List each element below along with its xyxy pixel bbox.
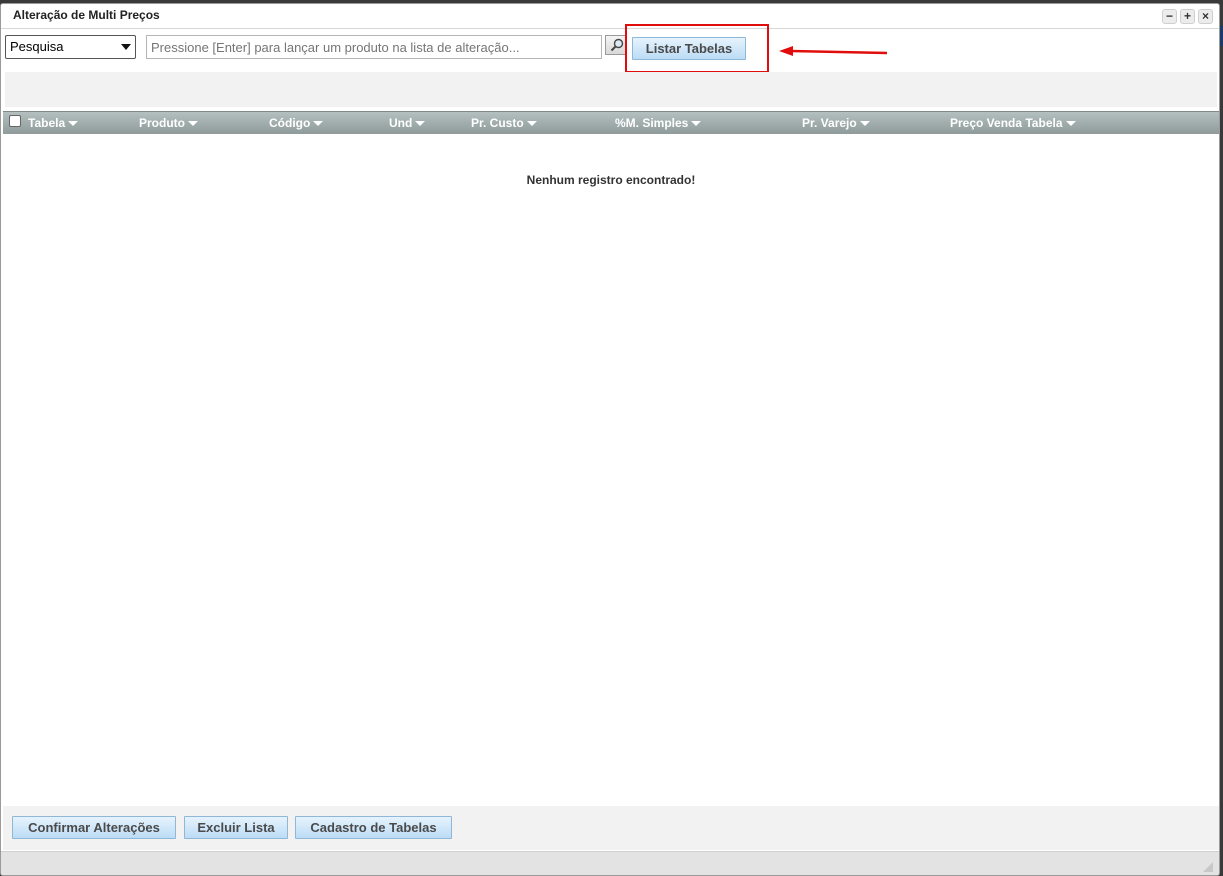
maximize-icon[interactable]: + [1180,9,1195,24]
column-und[interactable]: Und [389,116,426,130]
resize-grip-icon[interactable] [1203,862,1213,872]
column-preco-venda-tabela[interactable]: Preço Venda Tabela [950,116,1076,130]
sort-down-icon [859,121,870,127]
window-controls: − + × [1162,9,1213,24]
toolbar: Pesquisa Listar Tabelas [1,32,1219,68]
column-pr-varejo[interactable]: Pr. Varejo [802,116,870,130]
footer-actions: Confirmar Alterações Excluir Lista Cadas… [3,806,1219,850]
product-search-input[interactable] [146,35,602,59]
magnifier-icon [610,38,624,52]
dialog-titlebar[interactable]: Alteração de Multi Preços − + × [1,4,1219,29]
grid-header: Tabela Produto Código Und Pr. Custo %M. … [3,111,1219,134]
search-mode-value: Pesquisa [10,39,64,54]
sort-down-icon [691,121,702,127]
status-bar [1,851,1219,875]
dialog-title: Alteração de Multi Preços [13,8,160,22]
annotation-arrow-icon [779,46,888,56]
filter-panel [5,72,1217,107]
column-codigo[interactable]: Código [269,116,324,130]
select-all-checkbox[interactable] [9,115,21,127]
search-mode-select[interactable]: Pesquisa [5,35,136,59]
column-tabela[interactable]: Tabela [28,116,79,130]
sort-down-icon [188,121,198,127]
column-pr-custo[interactable]: Pr. Custo [471,116,537,130]
minimize-icon[interactable]: − [1162,9,1177,24]
confirm-changes-button[interactable]: Confirmar Alterações [12,816,176,839]
sort-down-icon [313,121,324,127]
annotation-highlight-box [625,24,769,73]
tables-register-button[interactable]: Cadastro de Tabelas [295,816,452,839]
sort-down-icon [68,121,79,127]
close-icon[interactable]: × [1198,9,1213,24]
sort-down-icon [415,121,426,127]
sort-down-icon [526,121,537,127]
sort-down-icon [1065,121,1076,127]
column-produto[interactable]: Produto [139,116,198,130]
multi-price-dialog: Alteração de Multi Preços − + × Pesquisa… [0,3,1220,876]
column-m-simples[interactable]: %M. Simples [615,116,702,130]
empty-grid-message: Nenhum registro encontrado! [526,173,696,187]
search-button[interactable] [605,35,627,55]
delete-list-button[interactable]: Excluir Lista [184,816,288,839]
chevron-down-icon [121,44,131,50]
